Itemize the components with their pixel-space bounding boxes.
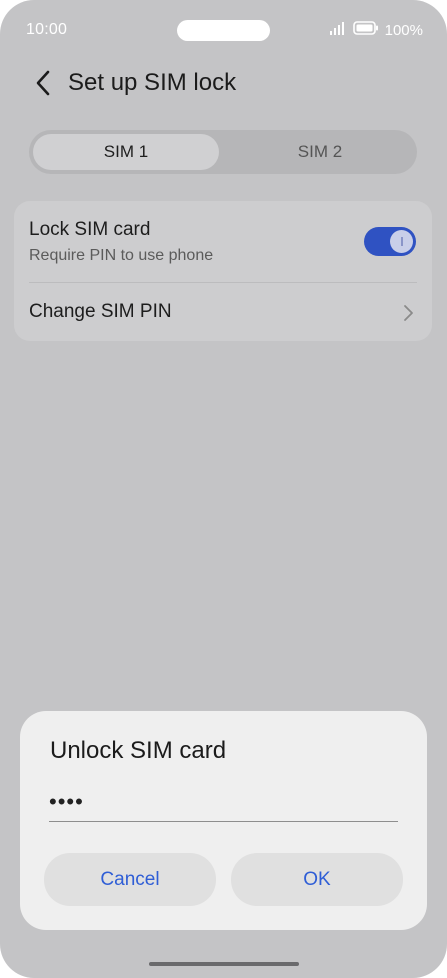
signal-icon	[329, 21, 347, 40]
sim-settings-card: Lock SIM card Require PIN to use phone C…	[14, 201, 432, 341]
dialog-title: Unlock SIM card	[50, 737, 227, 764]
cancel-button[interactable]: Cancel	[44, 853, 216, 906]
status-bar: 10:00 100%	[0, 0, 447, 60]
page-title: Set up SIM lock	[68, 69, 237, 96]
tab-sim-2[interactable]: SIM 2	[227, 134, 413, 170]
change-sim-pin-row[interactable]: Change SIM PIN	[14, 283, 432, 341]
tab-sim-1[interactable]: SIM 1	[33, 134, 219, 170]
battery-icon	[352, 20, 379, 40]
chevron-right-icon	[402, 304, 414, 327]
home-indicator[interactable]	[149, 962, 299, 966]
unlock-sim-dialog: Unlock SIM card •••• Cancel OK	[20, 711, 427, 930]
battery-percent: 100%	[384, 21, 423, 39]
lock-sim-title: Lock SIM card	[29, 219, 151, 240]
sim-tabs: SIM 1 SIM 2	[29, 130, 417, 174]
header: Set up SIM lock	[0, 60, 447, 110]
back-arrow-icon	[35, 70, 51, 101]
toggle-knob	[390, 230, 413, 253]
ok-button[interactable]: OK	[231, 853, 403, 906]
lock-sim-subtitle: Require PIN to use phone	[29, 247, 214, 264]
pin-input[interactable]: ••••	[49, 787, 398, 822]
phone-screen: 10:00 100% Set up SIM lock SIM 1 SIM 2 L…	[0, 0, 447, 978]
lock-sim-row[interactable]: Lock SIM card Require PIN to use phone	[14, 201, 432, 282]
camera-notch	[177, 20, 270, 41]
status-icons: 100%	[329, 20, 423, 40]
lock-sim-toggle[interactable]	[364, 227, 416, 256]
status-time: 10:00	[26, 21, 68, 38]
back-button[interactable]	[28, 70, 58, 100]
change-pin-title: Change SIM PIN	[29, 301, 172, 322]
